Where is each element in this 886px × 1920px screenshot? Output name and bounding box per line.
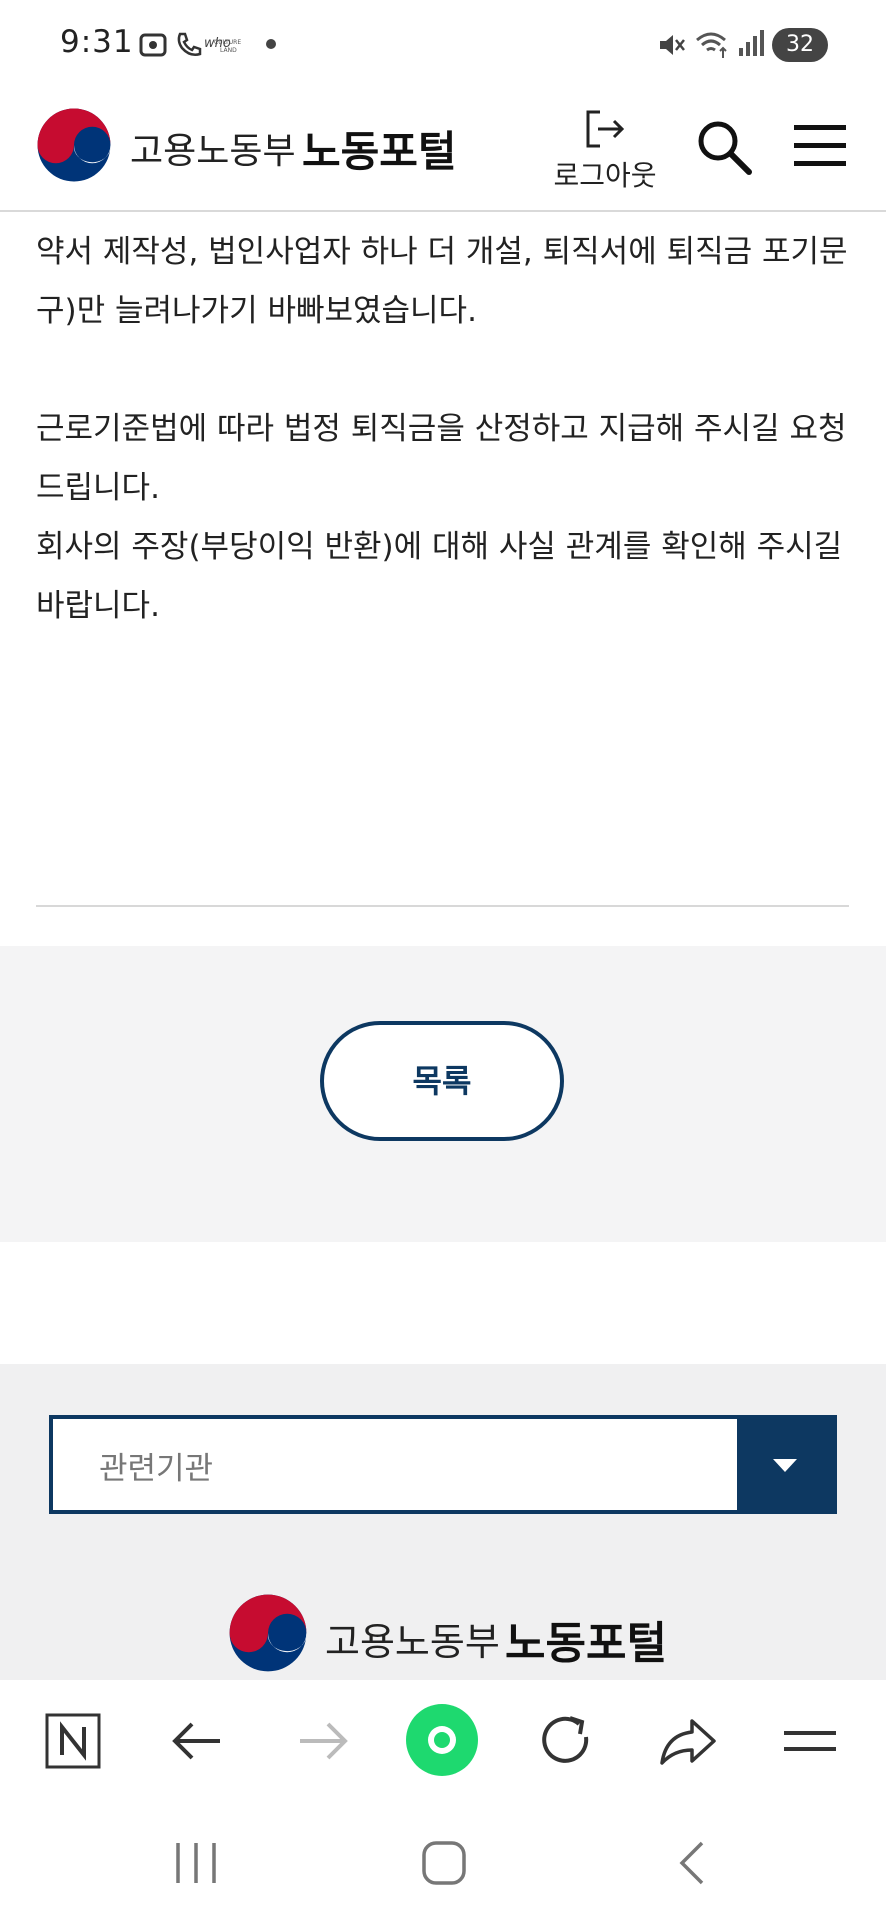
image-icon [139, 33, 167, 57]
share-icon[interactable] [652, 1705, 724, 1777]
home-icon[interactable] [414, 1835, 474, 1891]
logout-icon [586, 110, 625, 148]
content-paragraph-3: 회사의 주장(부당이익 반환)에 대해 사실 관계를 확인해 주시길 바랍니다. [36, 529, 843, 624]
naver-home-icon[interactable] [38, 1705, 110, 1777]
content-paragraph-2: 근로기준법에 따라 법정 퇴직금을 산정하고 지급해 주시길 요청드립니다. [36, 411, 847, 506]
browser-menu-icon[interactable] [774, 1705, 846, 1777]
search-icon[interactable] [693, 116, 755, 178]
refresh-icon[interactable] [530, 1705, 602, 1777]
culture-land-icon: CULTURE LAND [214, 39, 241, 54]
battery-badge: 32 [772, 28, 828, 62]
brand-ministry-text[interactable]: 고용노동부 [130, 122, 296, 174]
forward-arrow-icon[interactable] [286, 1705, 358, 1777]
logout-button[interactable]: 로그아웃 [545, 106, 665, 202]
content-paragraph-1: 약서 제작성, 법인사업자 하나 더 개설, 퇴직서에 퇴직금 포기문구)만 늘… [36, 234, 848, 329]
brand-portal-text[interactable]: 노동포털 [302, 118, 457, 179]
green-dot-icon[interactable] [404, 1702, 480, 1778]
back-arrow-icon[interactable] [162, 1705, 234, 1777]
logout-label: 로그아웃 [553, 159, 657, 192]
dot-icon [266, 39, 276, 49]
mute-icon [660, 35, 685, 55]
hamburger-menu-icon[interactable] [790, 116, 850, 176]
caret-down-icon [773, 1459, 797, 1472]
svg-text:LAND: LAND [220, 47, 237, 54]
related-agencies-placeholder: 관련기관 [99, 1451, 214, 1487]
call-icon [177, 32, 202, 56]
list-button[interactable]: 목록 [320, 1021, 564, 1141]
footer-ministry-emblem-logo [229, 1594, 307, 1672]
recent-apps-icon[interactable] [166, 1835, 226, 1891]
footer-ministry-text: 고용노동부 [325, 1620, 500, 1664]
footer-portal-text: 노동포털 [505, 1618, 667, 1669]
wifi-icon [696, 32, 727, 58]
related-agencies-dropdown-button[interactable] [737, 1419, 833, 1510]
related-agencies-select[interactable]: 관련기관 [49, 1415, 837, 1514]
ministry-emblem-logo[interactable] [36, 107, 112, 183]
back-icon[interactable] [664, 1835, 724, 1891]
content-divider [36, 905, 849, 907]
svg-text:CULTURE: CULTURE [214, 39, 241, 46]
status-time: 9:31 [60, 24, 134, 60]
signal-icon [739, 30, 764, 56]
